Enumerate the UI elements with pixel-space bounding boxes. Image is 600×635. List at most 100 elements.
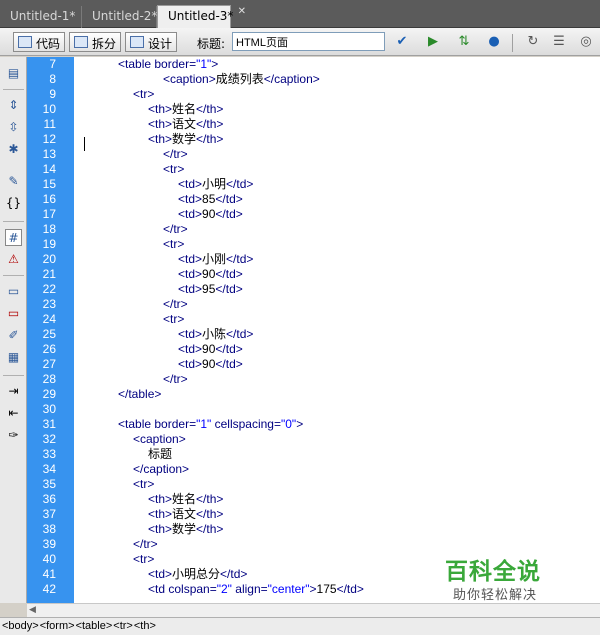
line-number: 22 [42,282,56,296]
tag-selector-item[interactable]: <form> [40,620,75,632]
tab-untitled-3[interactable]: Untitled-3* ✕ [157,5,246,28]
editor-window: Untitled-1* Untitled-2* Untitled-3* ✕ 代码… [0,0,600,635]
line-number: 36 [42,492,56,506]
collapse-selection-icon[interactable]: ⇳ [5,119,22,136]
code-token: 数学 [172,132,197,146]
wrap-tag-icon[interactable]: ✐ [5,327,22,344]
tab-untitled-2[interactable]: Untitled-2* [82,6,157,28]
code-token: "center" [267,582,310,596]
expand-all-icon[interactable]: ✱ [5,141,22,158]
tag-selector-item[interactable]: <th> [134,620,156,632]
code-token: <td [148,582,169,596]
tag-selector-item[interactable]: <table> [76,620,113,632]
code-line: </tr> [133,537,158,552]
code-token: 语文 [172,117,197,131]
tag-selector-item[interactable]: <body> [2,620,39,632]
open-documents-icon[interactable]: ▤ [5,65,22,82]
highlight-invalid-code-icon[interactable]: ⚠ [5,251,22,268]
code-line: <td>小明</td> [178,177,253,192]
line-number: 27 [42,357,56,371]
code-line: </tr> [163,372,188,387]
code-token: <tr> [163,237,185,251]
code-line: <th>数学</th> [148,132,223,147]
code-token: <td> [178,357,203,371]
browser-check-icon[interactable]: ▶ [424,34,442,50]
code-token: <caption> [133,432,186,446]
apply-comment-icon[interactable]: ▭ [5,283,22,300]
indent-code-icon[interactable]: ⇥ [5,383,22,400]
line-number: 35 [42,477,56,491]
toolbar-divider [3,89,24,90]
code-token: <table [118,57,155,71]
code-token: <td> [178,267,203,281]
split-view-button[interactable]: 拆分 [69,32,121,52]
horizontal-scrollbar[interactable]: ◀ [27,603,600,617]
outdent-code-icon[interactable]: ⇤ [5,405,22,422]
validate-markup-icon[interactable]: ✔ [393,34,411,50]
file-transfer-icon[interactable]: ⇅ [455,34,473,50]
code-token: </tr> [163,372,188,386]
code-line: <table border="1"> [118,57,218,72]
code-token: 85 [202,192,216,206]
code-line: <tr> [133,87,154,102]
tag-selector-item[interactable]: <tr> [113,620,133,632]
visual-aids-icon[interactable]: ◎ [577,34,595,50]
code-line: <th>姓名</th> [148,102,223,117]
code-token: </tr> [163,147,188,161]
code-token: 90 [202,267,216,281]
code-token: </td> [226,177,254,191]
line-number: 32 [42,432,56,446]
line-number-gutter: 7 8 9 10 11 12 13 14 15 16 17 18 19 20 21 22 23 24 25 26 27 2… [27,57,74,603]
line-number: 7 [49,57,56,71]
code-line: <td>90</td> [178,342,243,357]
code-token: </th> [196,492,224,506]
code-token: </td> [226,252,254,266]
code-token: 小明总分 [172,567,221,581]
code-line: </caption> [133,462,189,477]
code-line: <tr> [163,237,184,252]
code-token: </tr> [133,537,158,551]
code-view-button[interactable]: 代码 [13,32,65,52]
recent-snippets-icon[interactable]: ▦ [5,349,22,366]
toolbar-divider [3,275,24,276]
code-token: <th> [148,117,173,131]
view-options-icon[interactable]: ☰ [550,34,568,50]
page-title-input[interactable] [232,32,385,51]
code-token: <td> [178,282,203,296]
line-number: 34 [42,462,56,476]
code-token: <td> [148,567,173,581]
design-view-button[interactable]: 设计 [125,32,177,52]
code-editor[interactable]: <table border="1"> <caption>成绩列表</caption… [74,57,600,603]
format-source-icon[interactable]: ✑ [5,427,22,444]
line-numbers-icon[interactable]: # [5,229,22,246]
code-token: cellspacing= [211,417,281,431]
tab-label: Untitled-2* [92,9,158,23]
code-token: </td> [336,582,364,596]
remove-comment-icon[interactable]: ▭ [5,305,22,322]
document-toolbar: 代码 拆分 设计 标题: ✔ ▶ ⇅ ● ↻ ☰ ◎ [0,28,600,56]
toolbar-divider [3,375,24,376]
tab-untitled-1[interactable]: Untitled-1* [0,6,82,28]
code-token: <td> [178,192,203,206]
code-token: <th> [148,102,173,116]
code-line: <td>小刚</td> [178,252,253,267]
preview-globe-icon[interactable]: ● [485,34,503,50]
code-token: <th> [148,507,173,521]
code-token: 小陈 [202,327,227,341]
code-token: <caption> [163,72,216,86]
close-tab-icon[interactable]: ✕ [238,6,246,17]
toolbar-divider [3,221,24,222]
line-number: 38 [42,522,56,536]
code-token: > [211,57,219,71]
collapse-full-tag-icon[interactable]: ⇕ [5,97,22,114]
select-parent-tag-icon[interactable]: ✎ [5,173,22,190]
code-token: 数学 [172,522,197,536]
line-number: 19 [42,237,56,251]
balance-braces-icon[interactable]: {} [5,195,22,212]
scroll-left-icon[interactable]: ◀ [29,605,36,615]
code-token: </td> [215,267,243,281]
code-token: </table> [118,387,162,401]
line-number: 30 [42,402,56,416]
coding-toolbar: ▤ ⇕ ⇳ ✱ ✎ {} # ⚠ ▭ ▭ ✐ ▦ ⇥ ⇤ ✑ [0,57,27,603]
refresh-icon[interactable]: ↻ [524,34,542,50]
